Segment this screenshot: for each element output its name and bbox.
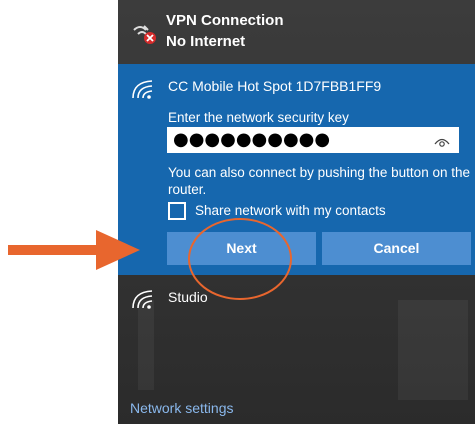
- network-item-studio[interactable]: Studio: [118, 280, 475, 324]
- network-ssid: CC Mobile Hot Spot 1D7FBB1FF9: [168, 78, 382, 94]
- wifi-connect-panel: CC Mobile Hot Spot 1D7FBB1FF9 Enter the …: [118, 64, 475, 275]
- vpn-name: VPN Connection: [166, 12, 284, 29]
- cancel-button[interactable]: Cancel: [322, 232, 471, 265]
- vpn-connection-item[interactable]: VPN Connection No Internet: [118, 0, 475, 62]
- vpn-disconnected-icon: [133, 25, 156, 44]
- network-settings-link[interactable]: Network settings: [130, 400, 233, 416]
- annotation-circle: [188, 218, 292, 300]
- share-network-checkbox[interactable]: [168, 202, 186, 220]
- network-flyout: VPN Connection No Internet CC Mobile Hot…: [118, 0, 475, 424]
- wifi-signal-icon: [132, 290, 153, 309]
- push-button-hint: You can also connect by pushing the butt…: [168, 165, 470, 197]
- security-key-input[interactable]: ●●●●●●●●●●: [167, 127, 459, 153]
- vpn-status: No Internet: [166, 33, 246, 50]
- eye-reveal-icon[interactable]: [434, 134, 450, 148]
- annotation-arrow: [8, 230, 140, 270]
- wifi-signal-icon: [132, 80, 153, 99]
- security-key-value: ●●●●●●●●●●: [173, 129, 331, 150]
- security-key-label: Enter the network security key: [168, 110, 349, 125]
